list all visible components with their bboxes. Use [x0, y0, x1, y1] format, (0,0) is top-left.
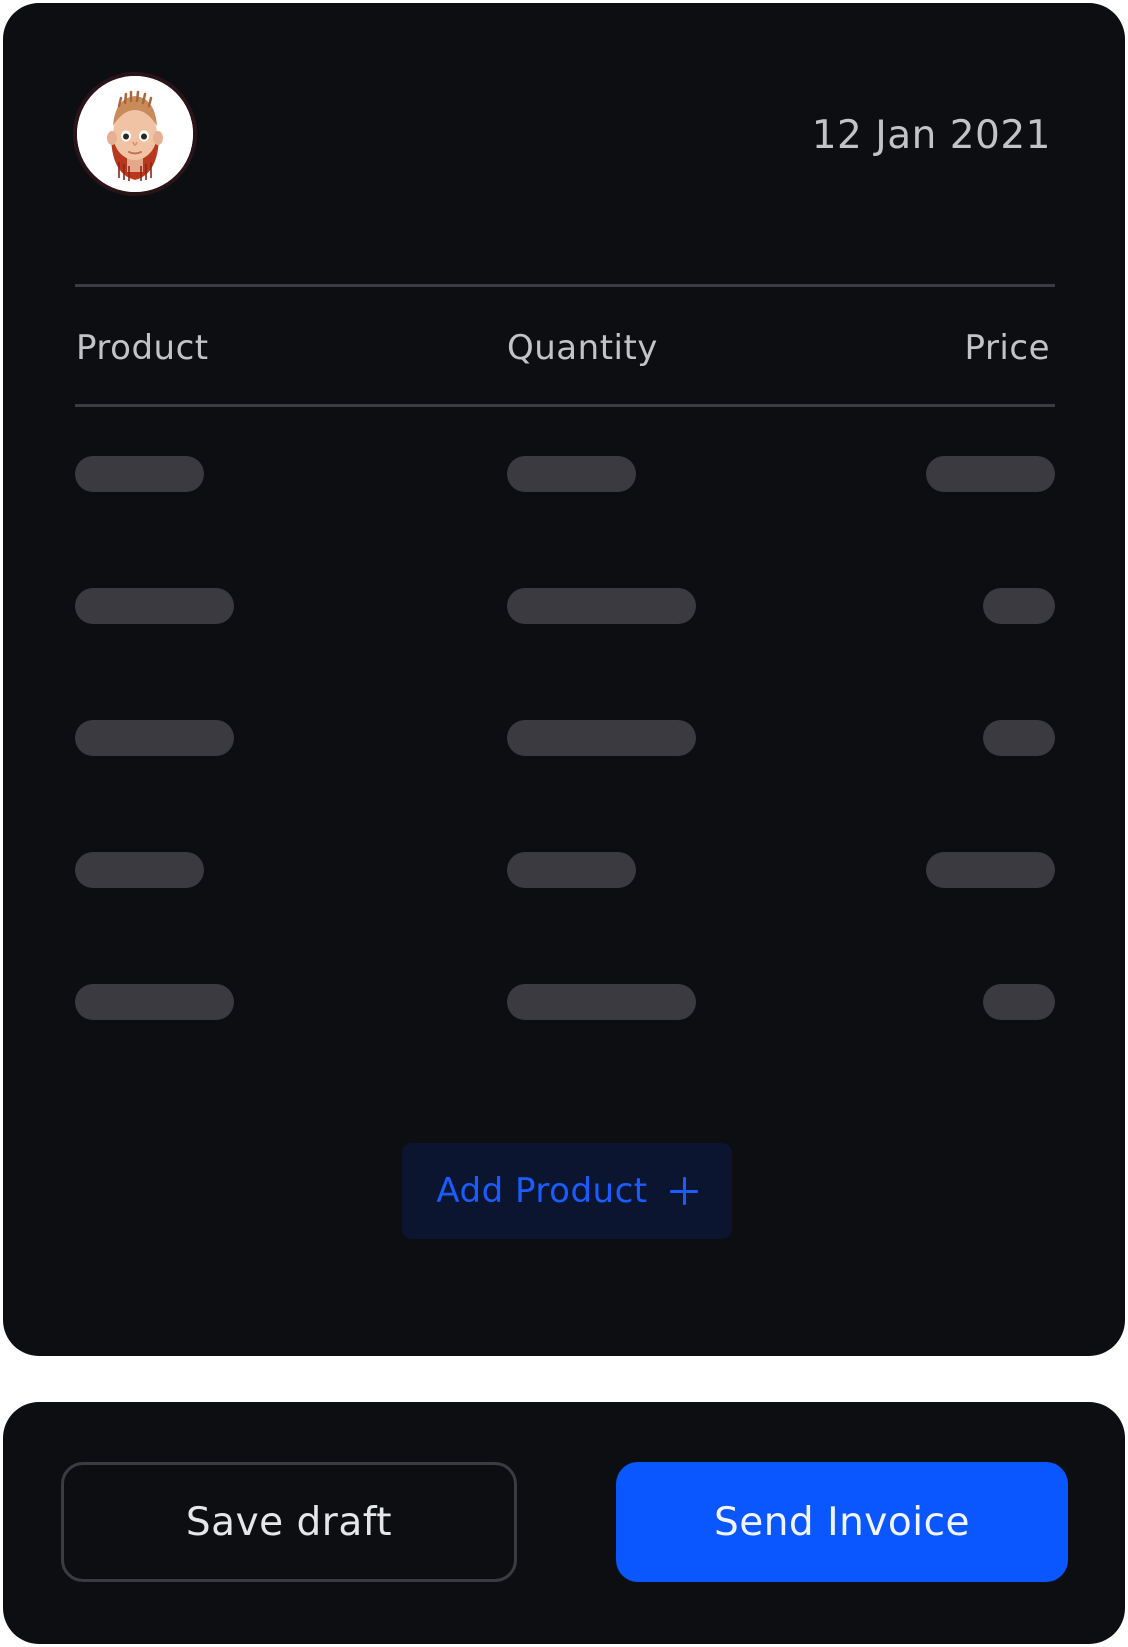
invoice-card: 12 Jan 2021 Product Quantity Price Add P…: [3, 3, 1125, 1356]
price-placeholder: [926, 456, 1055, 492]
table-row: [75, 984, 1055, 1020]
table-row: [75, 588, 1055, 624]
send-invoice-label: Send Invoice: [713, 1499, 971, 1545]
save-draft-label: Save draft: [185, 1499, 393, 1545]
table-row: [75, 456, 1055, 492]
plus-icon: [669, 1177, 698, 1205]
column-header-price: Price: [964, 328, 1050, 368]
memoji-avatar-icon: [77, 76, 193, 192]
price-placeholder: [983, 588, 1055, 624]
add-product-button[interactable]: Add Product: [402, 1143, 732, 1239]
column-header-quantity: Quantity: [507, 328, 658, 368]
table-row: [75, 720, 1055, 756]
table-header-top-divider: [75, 284, 1055, 287]
product-placeholder: [75, 984, 234, 1020]
quantity-placeholder: [507, 456, 636, 492]
add-product-label: Add Product: [436, 1171, 648, 1211]
product-placeholder: [75, 588, 234, 624]
quantity-placeholder: [507, 852, 636, 888]
actions-bar: Save draft Send Invoice: [3, 1402, 1125, 1644]
quantity-placeholder: [507, 588, 696, 624]
quantity-placeholder: [507, 984, 696, 1020]
product-rows: [75, 456, 1055, 1116]
product-placeholder: [75, 720, 234, 756]
table-header-bottom-divider: [75, 404, 1055, 407]
table-row: [75, 852, 1055, 888]
product-placeholder: [75, 456, 204, 492]
price-placeholder: [983, 720, 1055, 756]
column-header-product: Product: [76, 328, 209, 368]
price-placeholder: [983, 984, 1055, 1020]
avatar[interactable]: [77, 76, 193, 192]
invoice-date: 12 Jan 2021: [811, 113, 1051, 158]
product-placeholder: [75, 852, 204, 888]
save-draft-button[interactable]: Save draft: [61, 1462, 517, 1582]
price-placeholder: [926, 852, 1055, 888]
quantity-placeholder: [507, 720, 696, 756]
send-invoice-button[interactable]: Send Invoice: [616, 1462, 1068, 1582]
